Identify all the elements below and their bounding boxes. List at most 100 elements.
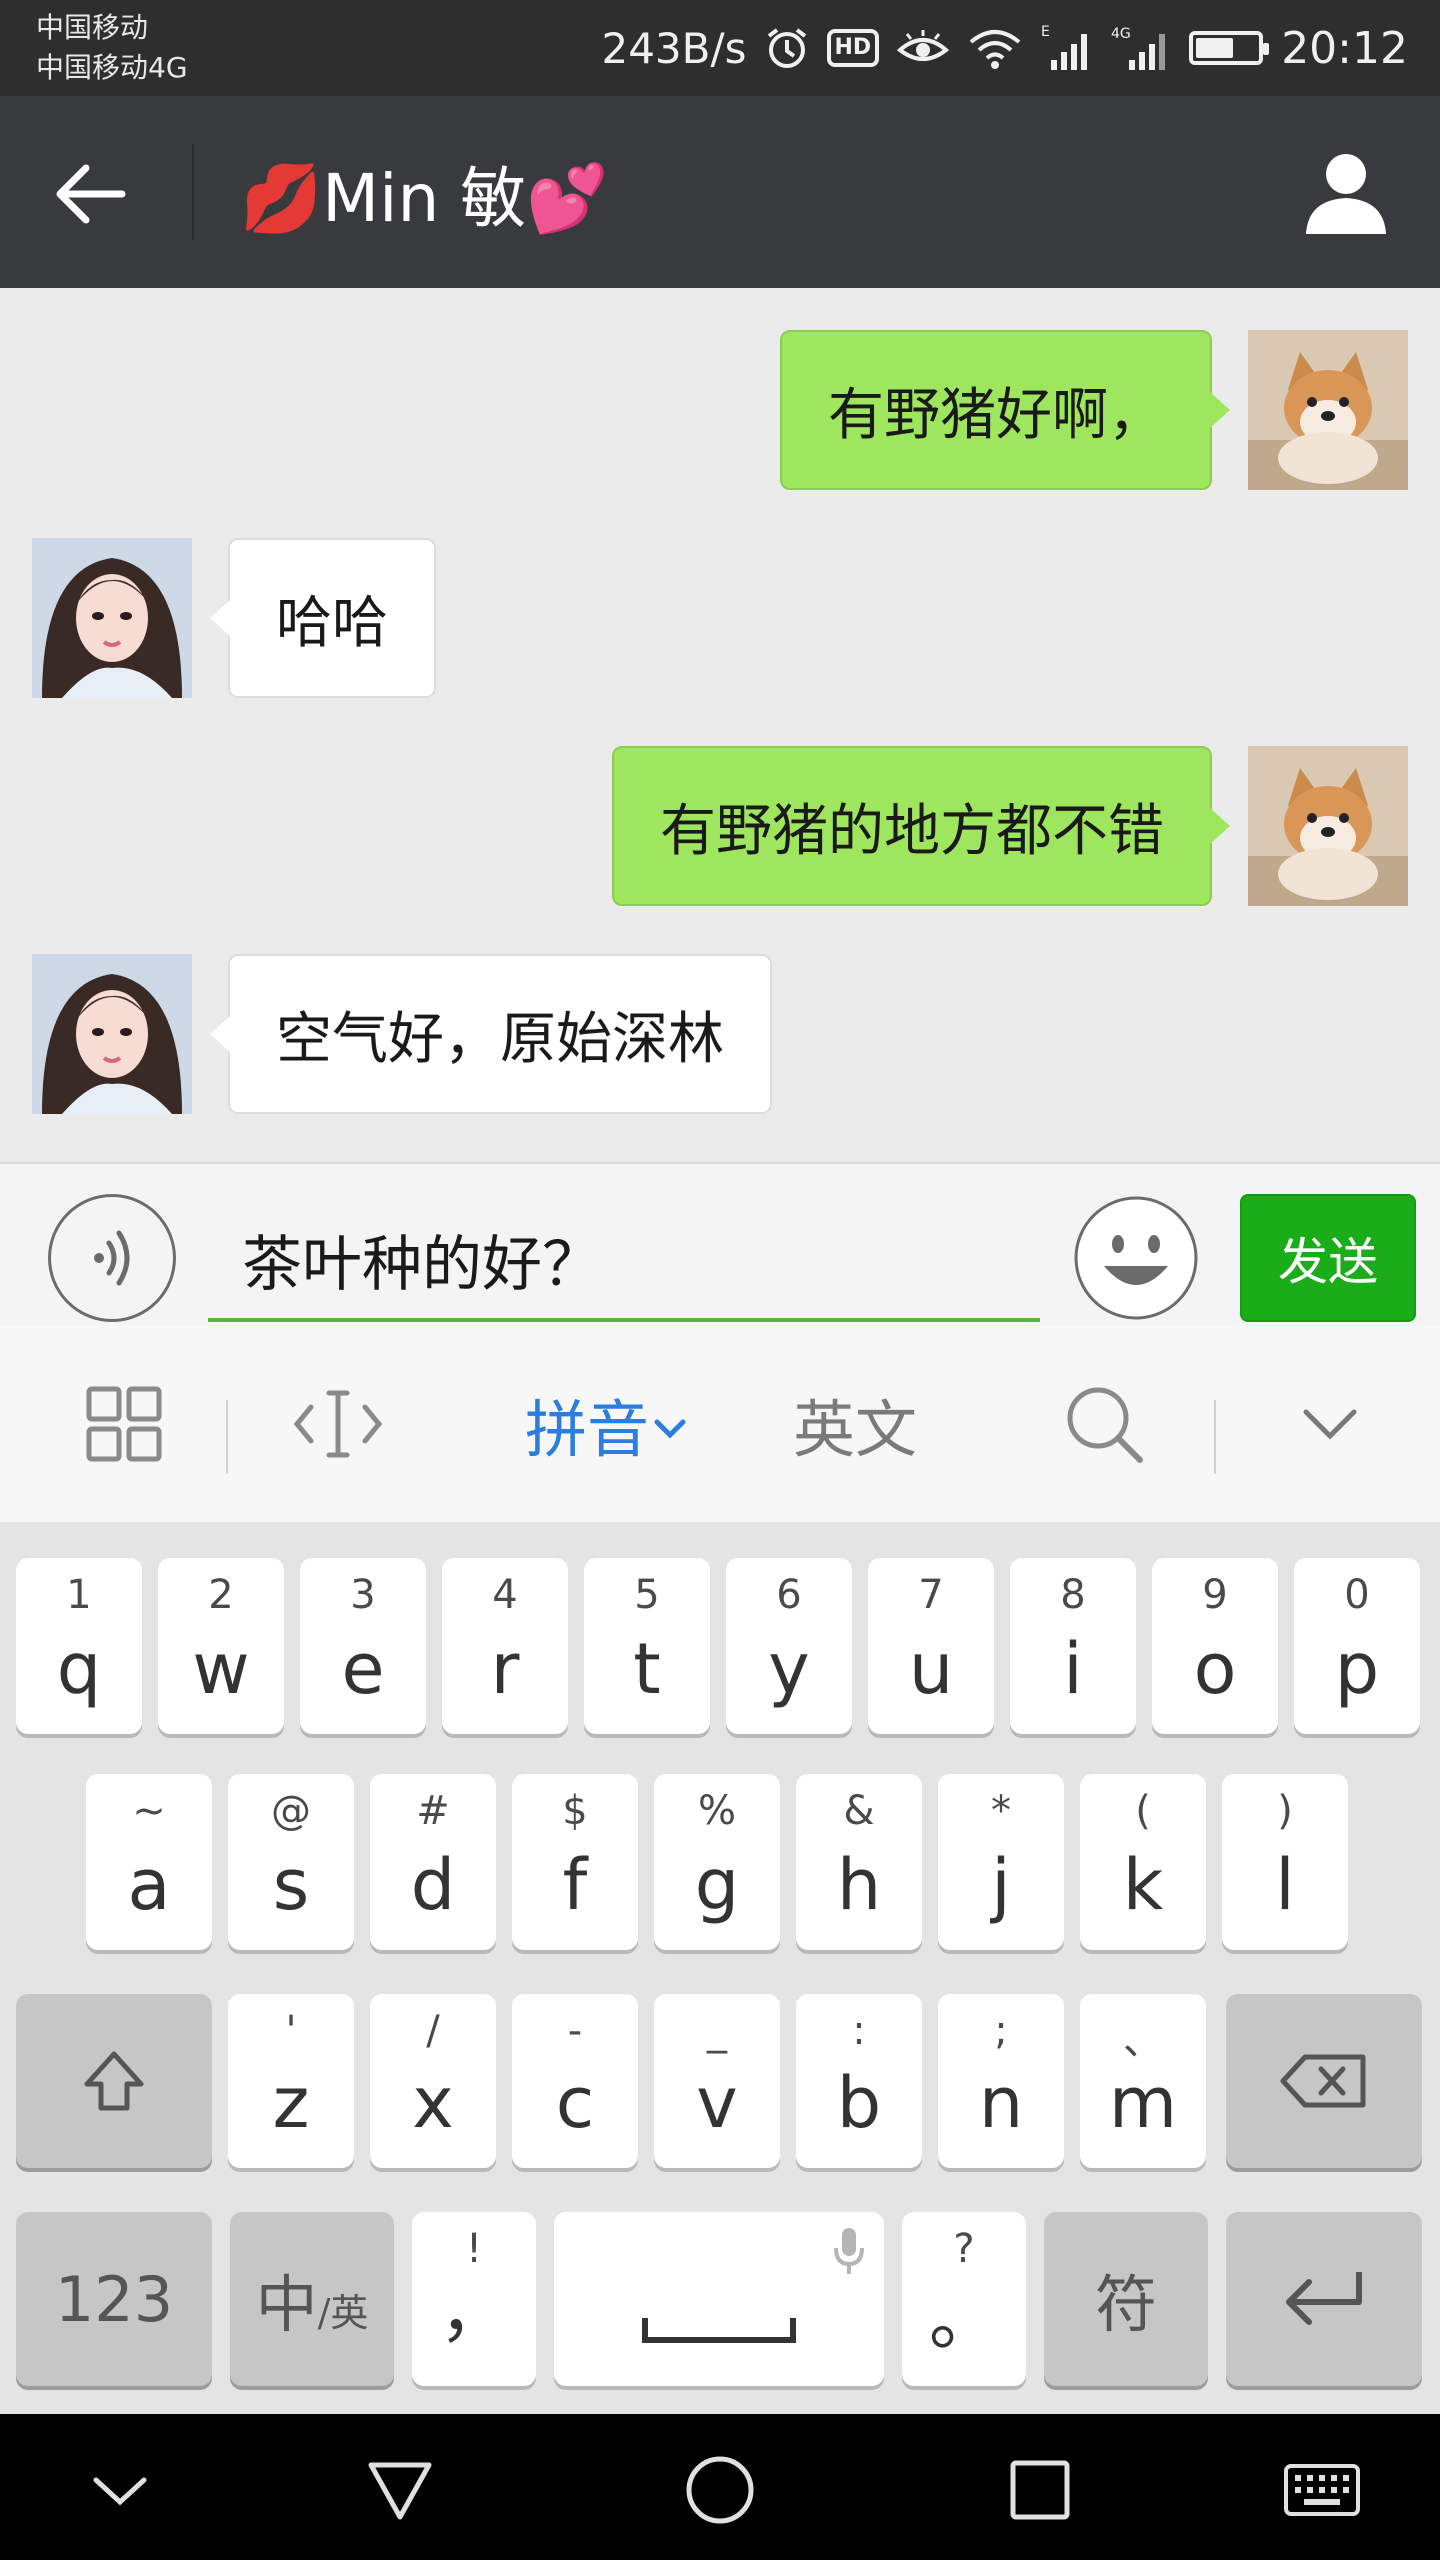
carrier-label-2: 中国移动4G <box>36 51 188 84</box>
svg-text:E: E <box>1041 24 1050 40</box>
english-label: 英文 <box>792 1393 917 1466</box>
key-o[interactable]: 9o <box>1152 1558 1278 1734</box>
chevron-down-icon <box>93 2477 147 2506</box>
shift-arrow-icon <box>84 2051 144 2111</box>
signal-icon-1: E <box>1041 24 1093 70</box>
chat-header: 💋Min 敏💕 <box>0 96 1440 288</box>
pinyin-mode-button[interactable]: 拼音 <box>506 1326 706 1522</box>
backspace-key[interactable] <box>1226 1994 1422 2168</box>
key-r[interactable]: 4r <box>442 1558 568 1734</box>
enter-icon <box>1286 2272 1362 2325</box>
key-x[interactable]: / x <box>370 1994 496 2168</box>
key-p[interactable]: 0p <box>1294 1558 1420 1734</box>
key-h[interactable]: & h <box>796 1774 922 1950</box>
grid-icon <box>86 1386 162 1462</box>
key-w[interactable]: 2w <box>158 1558 284 1734</box>
contact-info-button[interactable] <box>1302 148 1390 236</box>
send-button[interactable]: 发送 <box>1240 1194 1416 1322</box>
english-mode-button[interactable]: 英文 <box>770 1326 940 1522</box>
key-c[interactable]: -c <box>512 1994 638 2168</box>
my-avatar[interactable] <box>1248 330 1408 490</box>
header-divider <box>192 144 194 240</box>
clock-time: 20:12 <box>1281 22 1408 74</box>
key-q[interactable]: 1q <box>16 1558 142 1734</box>
ime-menu-button[interactable] <box>64 1326 184 1522</box>
hd-badge: HD <box>826 29 880 67</box>
message-bubble-received[interactable]: 哈哈 <box>210 538 436 698</box>
key-a[interactable]: ~ a <box>86 1774 212 1950</box>
ime-toolbar: 拼音 英文 <box>0 1326 1440 1522</box>
message-bubble-sent[interactable]: 有野猪好啊， <box>780 330 1230 490</box>
cursor-move-button[interactable] <box>278 1326 398 1522</box>
key-s[interactable]: @ s <box>228 1774 354 1950</box>
key-e[interactable]: 3e <box>300 1558 426 1734</box>
key-j[interactable]: * j <box>938 1774 1064 1950</box>
signal-icon-2: 4G <box>1111 26 1171 70</box>
chat-title: 💋Min 敏💕 <box>240 160 609 237</box>
message-bubble-sent[interactable]: 有野猪的地方都不错 <box>612 746 1230 906</box>
comma-key[interactable]: !， <box>412 2212 536 2386</box>
alarm-icon <box>765 26 809 70</box>
chevron-down-icon <box>654 1419 686 1439</box>
message-input[interactable] <box>208 1200 1040 1322</box>
hide-keyboard-button[interactable] <box>1270 1326 1390 1522</box>
contact-avatar[interactable] <box>32 954 192 1114</box>
symbols-key[interactable]: 符 <box>1044 2212 1208 2386</box>
backspace-icon <box>1280 2054 1366 2108</box>
wifi-icon <box>967 26 1023 70</box>
message-text: 有野猪的地方都不错 <box>660 798 1164 864</box>
key-i[interactable]: 8i <box>1010 1558 1136 1734</box>
key-g[interactable]: % g <box>654 1774 780 1950</box>
key-v[interactable]: _ v <box>654 1994 780 2168</box>
numbers-key[interactable]: 123 <box>16 2212 212 2386</box>
carrier-label-1: 中国移动 <box>36 11 149 44</box>
carrier-info: 中国移动 中国移动4G <box>36 8 188 88</box>
lang-sub-label: /英 <box>317 2291 369 2335</box>
key-u[interactable]: 7u <box>868 1558 994 1734</box>
status-icons: 243B/s HD E 4G 20:12 <box>601 18 1408 78</box>
key-y[interactable]: 6y <box>726 1558 852 1734</box>
keyboard-icon <box>1284 2464 1360 2516</box>
back-button[interactable] <box>50 154 130 234</box>
nav-keyboard-button[interactable] <box>1274 2442 1370 2538</box>
smiley-icon <box>1074 1196 1198 1320</box>
message-bubble-received[interactable]: 空气好，原始深林 <box>210 954 772 1114</box>
nav-collapse-button[interactable] <box>72 2442 168 2538</box>
enter-key[interactable] <box>1226 2212 1422 2386</box>
symbols-key-label: 符 <box>1094 2268 1157 2341</box>
key-b[interactable]: :b <box>796 1994 922 2168</box>
key-n[interactable]: ; n <box>938 1994 1064 2168</box>
key-z[interactable]: ' z <box>228 1994 354 2168</box>
toolbar-divider <box>226 1400 228 1474</box>
eye-comfort-icon <box>897 26 950 70</box>
person-icon <box>1306 154 1386 234</box>
period-key[interactable]: ?。 <box>902 2212 1026 2386</box>
message-list: 有野猪好啊， 哈哈 有野猪的地方都不错 空气好，原始深林 <box>0 288 1440 1162</box>
contact-avatar[interactable] <box>32 538 192 698</box>
ime-search-button[interactable] <box>1044 1326 1164 1522</box>
voice-input-button[interactable] <box>48 1194 176 1322</box>
lang-switch-key[interactable]: 中/英 <box>230 2212 394 2386</box>
key-m[interactable]: 、 m <box>1080 1994 1206 2168</box>
key-d[interactable]: # d <box>370 1774 496 1950</box>
nav-back-button[interactable] <box>352 2442 448 2538</box>
emoji-button[interactable] <box>1072 1194 1200 1322</box>
message-text: 有野猪好啊， <box>828 382 1164 448</box>
key-k[interactable]: (k <box>1080 1774 1206 1950</box>
toolbar-divider <box>1214 1400 1216 1474</box>
nav-recents-button[interactable] <box>992 2442 1088 2538</box>
battery-level <box>1196 38 1234 58</box>
message-text: 空气好，原始深林 <box>276 1006 724 1072</box>
woman-avatar-image <box>32 954 192 1114</box>
square-recents-icon <box>1010 2460 1070 2520</box>
key-f[interactable]: $ f <box>512 1774 638 1950</box>
my-avatar[interactable] <box>1248 746 1408 906</box>
key-t[interactable]: 5t <box>584 1558 710 1734</box>
battery-icon <box>1189 31 1270 65</box>
shift-key[interactable] <box>16 1994 212 2168</box>
nav-home-button[interactable] <box>672 2442 768 2538</box>
lang-main-label: 中 <box>255 2268 318 2341</box>
key-l[interactable]: ) l <box>1222 1774 1348 1950</box>
system-navigation-bar <box>0 2414 1440 2560</box>
space-key[interactable] <box>554 2212 884 2386</box>
